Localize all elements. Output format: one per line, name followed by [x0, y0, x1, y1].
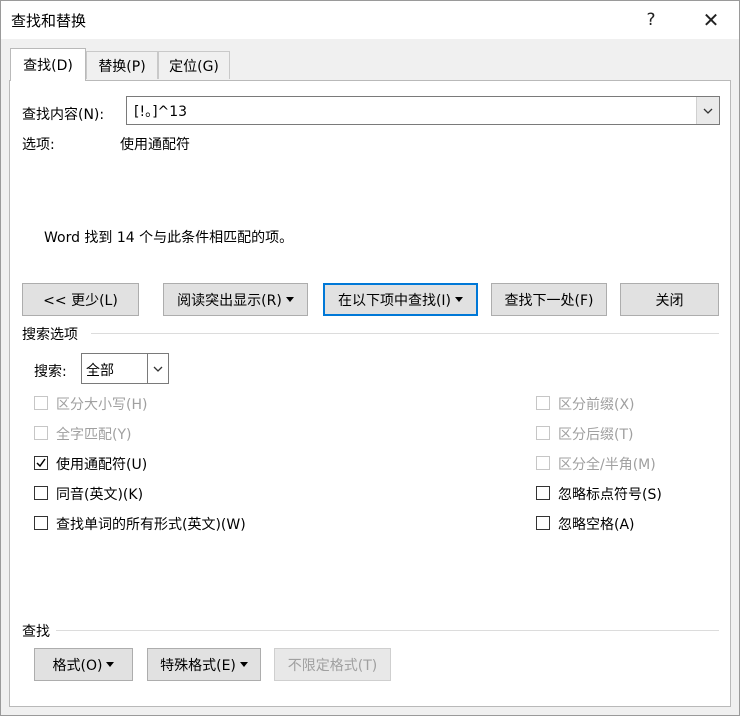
dialog-title: 查找和替换	[11, 12, 87, 30]
search-options-title: 搜索选项	[22, 327, 78, 343]
title-bar: 查找和替换 ? ✕	[1, 1, 739, 39]
find-next-button[interactable]: 查找下一处(F)	[491, 283, 607, 316]
ignore-whitespace-label: 忽略空格(A)	[558, 517, 635, 533]
ignore-whitespace-checkbox[interactable]	[536, 516, 550, 530]
use-wildcards-label: 使用通配符(U)	[56, 457, 148, 473]
no-formatting-button[interactable]: 不限定格式(T)	[274, 648, 391, 681]
search-label: 搜索:	[34, 364, 67, 380]
use-wildcards-checkbox[interactable]	[34, 456, 48, 470]
all-word-forms-checkbox[interactable]	[34, 516, 48, 530]
match-suffix-label: 区分后缀(T)	[558, 427, 634, 443]
match-case-checkbox[interactable]	[34, 396, 48, 410]
tab-find[interactable]: 查找(D)	[10, 48, 86, 81]
chevron-down-icon[interactable]	[696, 97, 719, 124]
find-replace-dialog: 查找和替换 ? ✕ 查找(D) 替换(P) 定位(G) 查找内容(N): [!。…	[0, 0, 740, 716]
divider	[91, 333, 719, 334]
check-icon	[36, 458, 46, 468]
whole-word-checkbox[interactable]	[34, 426, 48, 440]
options-label: 选项:	[22, 137, 55, 153]
search-direction-select[interactable]: 全部	[81, 353, 169, 384]
match-width-checkbox[interactable]	[536, 456, 550, 470]
find-what-label: 查找内容(N):	[22, 107, 105, 123]
all-word-forms-label: 查找单词的所有形式(英文)(W)	[56, 517, 246, 533]
match-case-label: 区分大小写(H)	[56, 397, 148, 413]
special-button[interactable]: 特殊格式(E)	[147, 648, 261, 681]
whole-word-label: 全字匹配(Y)	[56, 427, 132, 443]
tab-goto[interactable]: 定位(G)	[158, 51, 230, 79]
ignore-punctuation-checkbox[interactable]	[536, 486, 550, 500]
less-button[interactable]: << 更少(L)	[22, 283, 139, 316]
format-button[interactable]: 格式(O)	[34, 648, 133, 681]
close-button[interactable]: 关闭	[620, 283, 719, 316]
sounds-like-checkbox[interactable]	[34, 486, 48, 500]
find-what-value: [!。]^13	[134, 104, 188, 120]
find-in-button[interactable]: 在以下项中查找(I)	[323, 283, 478, 316]
reading-highlight-button[interactable]: 阅读突出显示(R)	[163, 283, 308, 316]
match-prefix-checkbox[interactable]	[536, 396, 550, 410]
caret-down-icon	[455, 297, 464, 302]
match-width-label: 区分全/半角(M)	[558, 457, 656, 473]
caret-down-icon	[285, 297, 294, 302]
result-message: Word 找到 14 个与此条件相匹配的项。	[44, 230, 294, 246]
divider	[56, 630, 719, 631]
close-icon[interactable]: ✕	[691, 5, 731, 35]
options-value: 使用通配符	[120, 137, 190, 153]
find-what-input[interactable]: [!。]^13	[126, 96, 720, 125]
help-icon[interactable]: ?	[631, 5, 671, 35]
chevron-down-icon[interactable]	[147, 354, 168, 383]
tab-replace[interactable]: 替换(P)	[86, 51, 158, 79]
match-prefix-label: 区分前缀(X)	[558, 397, 635, 413]
ignore-punctuation-label: 忽略标点符号(S)	[558, 487, 662, 503]
caret-down-icon	[106, 662, 115, 667]
match-suffix-checkbox[interactable]	[536, 426, 550, 440]
sounds-like-label: 同音(英文)(K)	[56, 487, 144, 503]
caret-down-icon	[239, 662, 248, 667]
search-direction-value: 全部	[86, 363, 114, 379]
find-section-title: 查找	[22, 624, 50, 640]
